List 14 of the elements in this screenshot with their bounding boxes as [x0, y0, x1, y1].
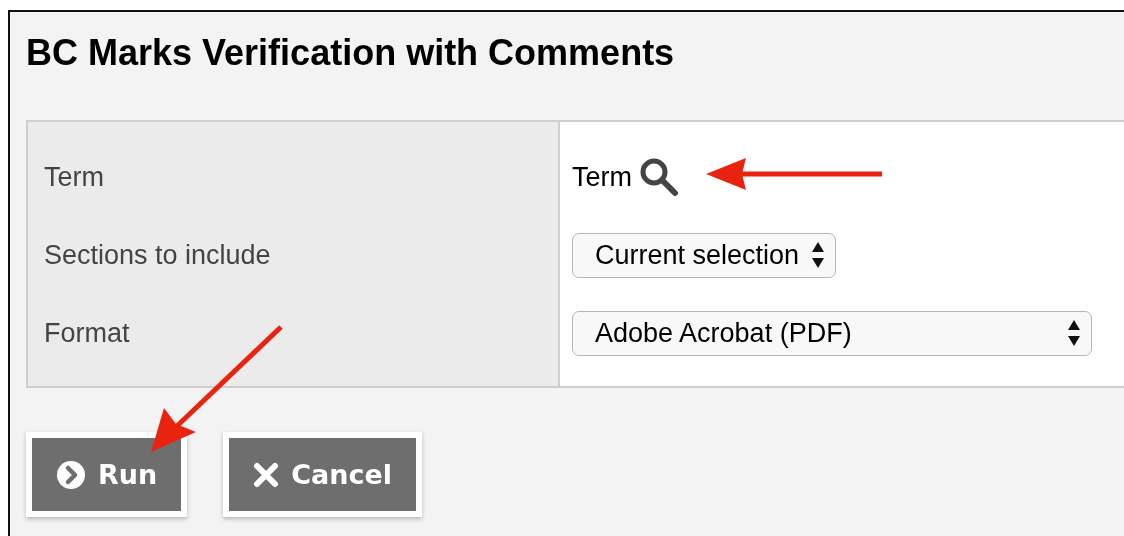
dropdown[interactable]: Current selection [572, 232, 837, 278]
up-down-arrows-icon [811, 240, 826, 270]
page-title: BC Marks Verification with Comments [26, 32, 676, 74]
cancel-button[interactable]: Cancel [223, 432, 423, 517]
field-label: Format [44, 317, 130, 349]
up-down-arrows-icon [1067, 318, 1081, 348]
close-icon [253, 461, 280, 488]
field-label: Sections to include [44, 239, 271, 271]
search-icon[interactable] [638, 157, 680, 197]
field-value: Term [572, 161, 632, 193]
field-label: Term [44, 161, 104, 193]
chevron-circle-icon [56, 459, 86, 490]
dropdown[interactable]: Adobe Acrobat (PDF) [572, 310, 1092, 356]
run-button[interactable]: Run [26, 432, 188, 517]
